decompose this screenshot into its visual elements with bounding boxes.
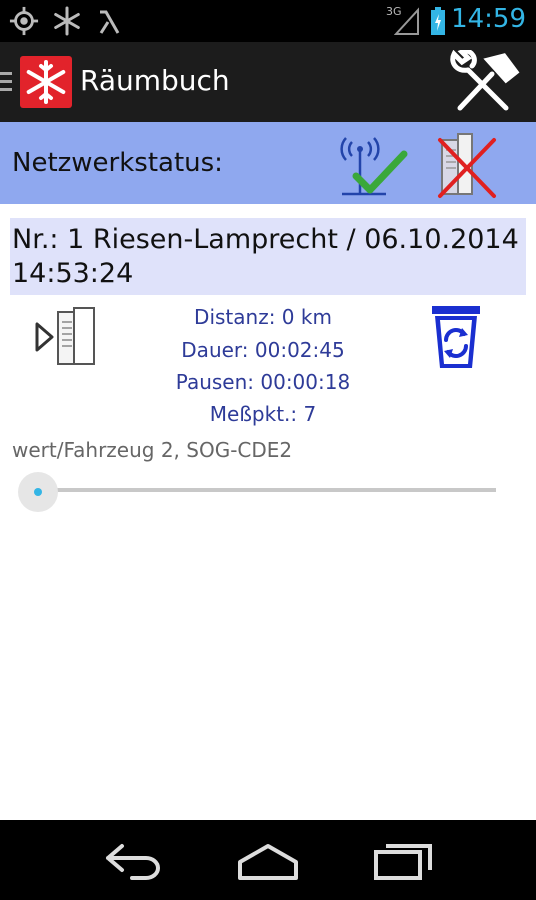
signal-icon: [394, 7, 419, 35]
back-icon[interactable]: [102, 838, 162, 882]
slider-thumb[interactable]: [18, 472, 58, 512]
navigation-bar: [0, 820, 536, 900]
record-time: 14:53:24: [12, 258, 134, 289]
signal-app-icon: [99, 10, 120, 34]
action-bar: Räumbuch: [0, 42, 536, 122]
snowflake-logo-icon: [26, 60, 66, 104]
menu-icon[interactable]: [0, 70, 14, 94]
battery-icon: [431, 7, 445, 35]
delete-device-icon[interactable]: [434, 130, 500, 200]
network-status-bar: Netzwerkstatus:: [0, 122, 536, 204]
network-ok-icon[interactable]: [336, 132, 410, 198]
app-logo[interactable]: [20, 56, 72, 108]
clock: 14:59: [451, 4, 526, 34]
snowflake-icon: [54, 6, 80, 36]
recent-apps-icon[interactable]: [372, 838, 434, 882]
points-value: Meßpkt.: 7: [209, 402, 317, 426]
record-header[interactable]: Nr.: 1 Riesen-Lamprecht / 06.10.2014 14:…: [10, 218, 526, 295]
tools-icon[interactable]: [446, 50, 520, 116]
duration-value: Dauer: 00:02:45: [181, 338, 345, 362]
network-status-label: Netzwerkstatus:: [12, 148, 223, 178]
status-bar: 3G 14:59: [0, 0, 536, 42]
play-device-icon[interactable]: [34, 306, 98, 368]
record-title: Nr.: 1 Riesen-Lamprecht / 06.10.2014: [12, 224, 519, 255]
pauses-value: Pausen: 00:00:18: [175, 370, 351, 394]
recycle-bin-icon[interactable]: [428, 304, 484, 370]
progress-slider[interactable]: [34, 488, 496, 492]
slider-thumb-dot: [34, 488, 42, 496]
vehicle-info: wert/Fahrzeug 2, SOG-CDE2: [12, 438, 293, 462]
location-icon: [9, 6, 39, 36]
home-icon[interactable]: [236, 838, 300, 882]
app-title: Räumbuch: [80, 64, 230, 97]
distance-value: Distanz: 0 km: [194, 305, 332, 329]
